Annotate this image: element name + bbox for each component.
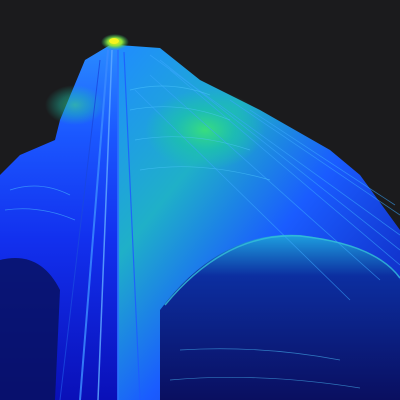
lidar-scan-image [0,34,400,400]
shadow-lower-left [0,258,60,400]
peak-core [109,38,119,44]
